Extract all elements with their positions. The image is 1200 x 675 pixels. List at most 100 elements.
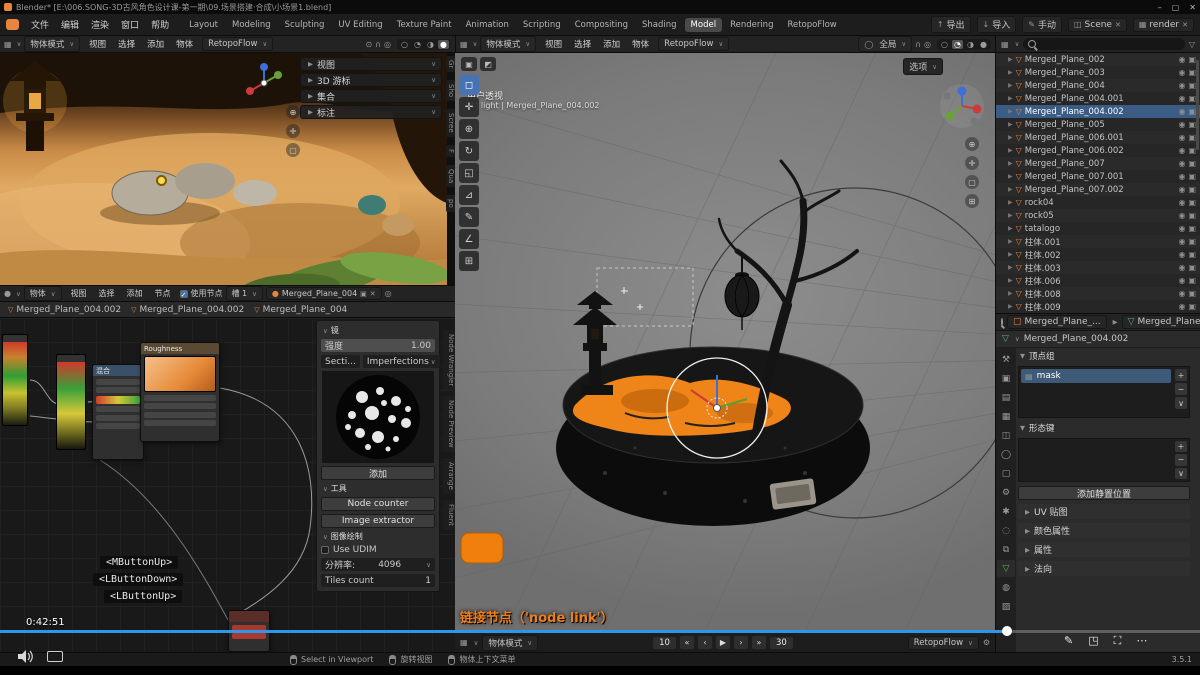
properties-tab-icon[interactable]: ▢ bbox=[997, 465, 1015, 482]
imperfections-dropdown[interactable]: Imperfections∨ bbox=[363, 355, 440, 368]
disable-render-icon[interactable]: ▣ bbox=[1188, 159, 1196, 168]
outliner-item[interactable]: ▶ ▽ rock05 ◉ ▣ bbox=[996, 209, 1200, 222]
expand-icon[interactable]: ▶ bbox=[1008, 186, 1013, 193]
fake-user-icon[interactable]: ▣ bbox=[360, 290, 367, 298]
use-udim-toggle[interactable]: Use UDIM bbox=[321, 545, 435, 555]
editor-type-icon[interactable]: ▦ bbox=[460, 638, 468, 647]
outliner-item[interactable]: ▶ ▽ 柱体.002 ◉ ▣ bbox=[996, 248, 1200, 261]
next-frame-button[interactable]: › bbox=[734, 636, 748, 649]
expand-icon[interactable]: ▶ bbox=[1008, 134, 1013, 141]
outliner-item[interactable]: ▶ ▽ Merged_Plane_006.002 ◉ ▣ bbox=[996, 144, 1200, 157]
hide-eye-icon[interactable]: ◉ bbox=[1178, 172, 1185, 181]
shape-keys-section[interactable]: ▼形态键 bbox=[1018, 422, 1190, 434]
frame-start-field[interactable]: 10 bbox=[653, 637, 676, 649]
outliner-scrollbar[interactable] bbox=[1196, 60, 1199, 150]
options-dropdown[interactable]: 选项∨ bbox=[903, 58, 943, 75]
disable-render-icon[interactable]: ▣ bbox=[1188, 224, 1196, 233]
shader-menu[interactable]: 选择 bbox=[93, 286, 121, 301]
viewport-toggle-icon[interactable]: ◩ bbox=[480, 57, 496, 71]
roughness-node[interactable]: Roughness bbox=[140, 342, 220, 442]
expand-icon[interactable]: ▶ bbox=[1008, 290, 1013, 297]
retopoflow-menu[interactable]: RetopoFlow∨ bbox=[658, 37, 729, 51]
hide-eye-icon[interactable]: ◉ bbox=[1178, 250, 1185, 259]
sidebar-tab[interactable]: Gr bbox=[446, 56, 455, 72]
add-vertex-group-button[interactable]: + bbox=[1175, 369, 1187, 381]
properties-tab-icon[interactable]: ⧉ bbox=[997, 541, 1015, 558]
view-layer-selector[interactable]: ▦render✕ bbox=[1133, 18, 1194, 32]
retopoflow-menu[interactable]: RetopoFlow∨ bbox=[202, 37, 273, 51]
hide-eye-icon[interactable]: ◉ bbox=[1178, 94, 1185, 103]
workspace-tab[interactable]: Layout bbox=[183, 18, 224, 32]
material-datablock[interactable]: ● Merged_Plane_004 ▣ ✕ bbox=[266, 287, 382, 300]
viewport-tool-button[interactable]: ∠ bbox=[459, 229, 479, 249]
properties-tab-icon[interactable]: ◫ bbox=[997, 427, 1015, 444]
disable-render-icon[interactable]: ▣ bbox=[1188, 94, 1196, 103]
breadcrumb-item[interactable]: ▽ Merged_Plane_004.002 bbox=[8, 305, 121, 315]
viewport-tool-button[interactable]: ⊿ bbox=[459, 185, 479, 205]
outliner-item[interactable]: ▶ ▽ Merged_Plane_007 ◉ ▣ bbox=[996, 157, 1200, 170]
shading-solid-icon[interactable]: ◔ bbox=[952, 40, 963, 49]
sidebar-tab[interactable]: Node Preview bbox=[443, 396, 455, 452]
expand-icon[interactable]: ▶ bbox=[1008, 199, 1013, 206]
vertex-group-item[interactable]: ▤mask bbox=[1021, 369, 1171, 383]
hide-eye-icon[interactable]: ◉ bbox=[1178, 237, 1185, 246]
disable-render-icon[interactable]: ▣ bbox=[1188, 120, 1196, 129]
properties-tab-icon[interactable]: ▽ bbox=[997, 560, 1015, 577]
workspace-tab[interactable]: Rendering bbox=[724, 18, 779, 32]
unlink-material-icon[interactable]: ✕ bbox=[370, 290, 376, 298]
expand-icon[interactable]: ▶ bbox=[1008, 251, 1013, 258]
hide-eye-icon[interactable]: ◉ bbox=[1178, 159, 1185, 168]
volume-icon[interactable] bbox=[18, 650, 33, 663]
mode-dropdown[interactable]: 物体模式∨ bbox=[24, 36, 80, 52]
subtitle-toggle-icon[interactable] bbox=[47, 651, 63, 662]
viewport-tool-button[interactable]: ✎ bbox=[459, 207, 479, 227]
menu-item[interactable]: 帮助 bbox=[145, 16, 175, 33]
disable-render-icon[interactable]: ▣ bbox=[1188, 185, 1196, 194]
blender-app-icon[interactable] bbox=[6, 19, 19, 30]
shader-menu[interactable]: 节点 bbox=[149, 286, 177, 301]
scene-selector[interactable]: ◫Scene✕ bbox=[1068, 18, 1127, 32]
viewport-tool-button[interactable]: ◱ bbox=[459, 163, 479, 183]
tiles-count-field[interactable]: Tiles count1 bbox=[321, 574, 435, 587]
disable-render-icon[interactable]: ▣ bbox=[1188, 302, 1196, 311]
properties-tab-icon[interactable]: ▣ bbox=[997, 370, 1015, 387]
pivot-icon[interactable]: ⊙ bbox=[365, 40, 372, 49]
outliner-item[interactable]: ▶ ▽ Merged_Plane_002 ◉ ▣ bbox=[996, 53, 1200, 66]
outliner-item[interactable]: ▶ ▽ Merged_Plane_003 ◉ ▣ bbox=[996, 66, 1200, 79]
hide-eye-icon[interactable]: ◉ bbox=[1178, 276, 1185, 285]
shading-wireframe-icon[interactable]: ○ bbox=[399, 40, 410, 49]
video-progress-bar[interactable] bbox=[0, 630, 1200, 633]
expand-icon[interactable]: ▶ bbox=[1008, 225, 1013, 232]
color-ramp-node[interactable] bbox=[56, 354, 86, 450]
color-ramp-node[interactable] bbox=[2, 334, 28, 426]
expand-icon[interactable]: ▶ bbox=[1008, 121, 1013, 128]
workspace-tab[interactable]: Compositing bbox=[569, 18, 634, 32]
hide-eye-icon[interactable]: ◉ bbox=[1178, 107, 1185, 116]
properties-tab-icon[interactable]: ▦ bbox=[997, 408, 1015, 425]
proportional-edit-icon[interactable]: ◎ bbox=[384, 40, 391, 49]
outliner-item[interactable]: ▶ ▽ Merged_Plane_007.001 ◉ ▣ bbox=[996, 170, 1200, 183]
pan-hand-icon[interactable]: ✛ bbox=[965, 156, 979, 170]
shading-material-icon[interactable]: ◑ bbox=[965, 40, 976, 49]
main-3d-viewport[interactable]: ▣ ◩ 用户透视 (1) light | Merged_Plane_004.00… bbox=[455, 53, 995, 632]
viewport-menu[interactable]: 物体 bbox=[626, 36, 655, 52]
attributes-section[interactable]: ▶属性 bbox=[1018, 542, 1190, 557]
disable-render-icon[interactable]: ▣ bbox=[1188, 55, 1196, 64]
disable-render-icon[interactable]: ▣ bbox=[1188, 172, 1196, 181]
expand-icon[interactable]: ▶ bbox=[1008, 160, 1013, 167]
sidebar-tab[interactable]: Scree bbox=[446, 109, 455, 137]
hide-eye-icon[interactable]: ◉ bbox=[1178, 289, 1185, 298]
breadcrumb-object[interactable]: ▢Merged_Plane_... bbox=[1007, 315, 1107, 329]
hide-eye-icon[interactable]: ◉ bbox=[1178, 133, 1185, 142]
search-icon[interactable] bbox=[1001, 318, 1003, 326]
viewport-menu[interactable]: 视图 bbox=[83, 36, 112, 52]
expand-icon[interactable]: ▶ bbox=[1008, 277, 1013, 284]
sidebar-tab[interactable]: Fluent bbox=[443, 500, 455, 530]
viewport-menu[interactable]: 选择 bbox=[112, 36, 141, 52]
camera-view-icon[interactable]: ▢ bbox=[286, 143, 300, 157]
hide-eye-icon[interactable]: ◉ bbox=[1178, 211, 1185, 220]
play-button[interactable]: ▶ bbox=[716, 636, 730, 649]
expand-icon[interactable]: ▶ bbox=[1008, 95, 1013, 102]
more-options-icon[interactable]: ⋯ bbox=[1136, 634, 1147, 648]
video-progress-handle[interactable] bbox=[1002, 626, 1012, 636]
